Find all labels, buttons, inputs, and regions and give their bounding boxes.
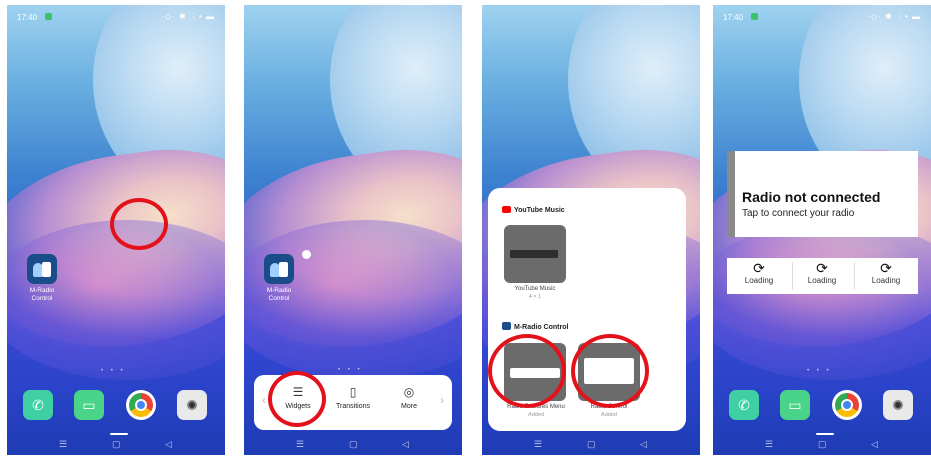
refresh-icon: ⟳ — [880, 260, 892, 276]
home-nav-icon[interactable]: ▢ — [818, 439, 827, 450]
more-button[interactable]: ◎ More — [384, 385, 434, 410]
nav-bar: ☰ ▢ ◁ — [244, 433, 462, 455]
phone-screen-home: 17:40 ·◇· ✱ ⋮• ▬ M-Radio Control • • • ✆… — [7, 5, 225, 455]
status-icons: ·◇· ✱ ⋮• ▬ — [161, 12, 215, 21]
youtube-music-widget[interactable] — [504, 225, 566, 283]
app-label: M-Radio Control — [29, 287, 55, 302]
app-label: M-Radio Control — [266, 287, 292, 302]
phone-screen-widgets: YouTube Music YouTube Music 4 × 1 M-Radi… — [482, 5, 700, 455]
card-accent-bar — [727, 151, 735, 237]
back-nav-icon[interactable]: ◁ — [871, 439, 878, 450]
section-m-radio-control: M-Radio Control — [502, 322, 568, 331]
transitions-label: Transitions — [336, 403, 370, 410]
refresh-icon: ⟳ — [816, 260, 828, 276]
widget-size: 4 × 1 — [528, 294, 542, 300]
edit-badge — [302, 250, 311, 259]
menu-nav-icon[interactable]: ☰ — [534, 439, 542, 450]
youtube-music-icon — [502, 206, 511, 213]
radio-status-subtitle: Tap to connect your radio — [742, 208, 855, 219]
radio-status-title: Radio not connected — [742, 189, 881, 205]
phone-icon[interactable]: ✆ — [23, 390, 53, 420]
phone-screen-radio-widget: 17:40 ·◇· ✱ ⋮• ▬ Radio not connected Tap… — [713, 5, 931, 455]
messages-icon[interactable]: ▭ — [780, 390, 810, 420]
nav-bar: ☰ ▢ ◁ — [713, 433, 931, 455]
status-icons: ·◇· ✱ ⋮• ▬ — [867, 12, 921, 21]
notification-dot — [751, 13, 758, 20]
chevron-left-icon[interactable]: ‹ — [262, 393, 266, 407]
more-icon: ◎ — [403, 385, 415, 399]
status-bar: 17:40 ·◇· ✱ ⋮• ▬ — [713, 5, 931, 27]
back-nav-icon[interactable]: ◁ — [640, 439, 647, 450]
dock: ✆ ▭ — [7, 390, 225, 422]
highlight-circle — [110, 198, 168, 250]
widget-name: YouTube Music — [514, 286, 556, 292]
page-indicator: • • • — [338, 367, 363, 373]
loading-button[interactable]: ⟳ Loading — [729, 260, 789, 285]
page-indicator: • • • — [101, 368, 126, 374]
chrome-icon[interactable] — [832, 390, 862, 420]
radio-status-widget[interactable]: Radio not connected Tap to connect your … — [727, 151, 918, 237]
m-radio-app-icon — [502, 322, 511, 330]
m-radio-app[interactable]: M-Radio Control — [22, 254, 62, 303]
menu-nav-icon[interactable]: ☰ — [765, 439, 773, 450]
home-nav-icon[interactable]: ▢ — [349, 439, 358, 450]
notification-dot — [45, 13, 52, 20]
highlight-circle — [571, 334, 649, 408]
m-radio-app-icon[interactable] — [27, 254, 57, 284]
status-time: 17:40 — [17, 13, 38, 22]
home-nav-icon[interactable]: ▢ — [587, 439, 596, 450]
radio-control-widget: ⟳ Loading ⟳ Loading ⟳ Loading — [727, 258, 918, 294]
highlight-circle — [488, 334, 566, 408]
loading-button[interactable]: ⟳ Loading — [856, 260, 916, 285]
transitions-icon: ▯ — [349, 385, 357, 399]
menu-nav-icon[interactable]: ☰ — [59, 439, 67, 450]
back-nav-icon[interactable]: ◁ — [165, 439, 172, 450]
camera-icon[interactable] — [177, 390, 207, 420]
phone-icon[interactable]: ✆ — [729, 390, 759, 420]
status-time: 17:40 — [723, 13, 744, 22]
more-label: More — [401, 403, 417, 410]
section-youtube-music: YouTube Music — [502, 206, 565, 214]
nav-bar: ☰ ▢ ◁ — [7, 433, 225, 455]
nav-bar: ☰ ▢ ◁ — [482, 433, 700, 455]
m-radio-app-icon[interactable] — [264, 250, 311, 284]
m-radio-app[interactable]: M-Radio Control — [259, 250, 311, 303]
page-indicator: • • • — [807, 368, 832, 374]
phone-screen-edit: M-Radio Control • • • ‹ ☰ Widgets ▯ Tran… — [244, 5, 462, 455]
back-nav-icon[interactable]: ◁ — [402, 439, 409, 450]
messages-icon[interactable]: ▭ — [74, 390, 104, 420]
highlight-circle — [268, 371, 326, 427]
chevron-right-icon[interactable]: › — [440, 393, 444, 407]
widget-status: Added — [601, 412, 617, 418]
loading-button[interactable]: ⟳ Loading — [792, 260, 852, 285]
menu-nav-icon[interactable]: ☰ — [296, 439, 304, 450]
camera-icon[interactable] — [883, 390, 913, 420]
transitions-button[interactable]: ▯ Transitions — [328, 385, 378, 410]
home-nav-icon[interactable]: ▢ — [112, 439, 121, 450]
dock: ✆ ▭ — [713, 390, 931, 422]
chrome-icon[interactable] — [126, 390, 156, 420]
refresh-icon: ⟳ — [753, 260, 765, 276]
status-bar: 17:40 ·◇· ✱ ⋮• ▬ — [7, 5, 225, 27]
wallpaper-wave — [713, 220, 931, 380]
